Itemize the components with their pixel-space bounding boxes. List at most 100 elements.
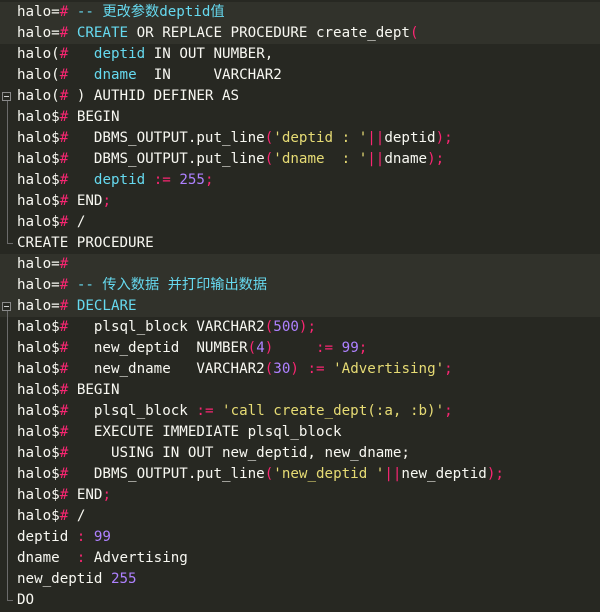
code-token: ; — [444, 403, 453, 419]
code-token: halo= — [17, 25, 60, 41]
code-token: 99 — [93, 529, 111, 545]
console-line: deptid : 99 — [0, 527, 600, 548]
code-token: CREATE — [76, 25, 129, 41]
code-token: 30 — [273, 361, 291, 377]
code-token: 'Advertising' — [333, 361, 445, 377]
line-text: halo$# DBMS_OUTPUT.put_line('deptid : '|… — [17, 128, 453, 149]
line-text: halo$# EXECUTE IMMEDIATE plsql_block — [17, 422, 342, 443]
code-token: ); — [486, 466, 504, 482]
code-token: halo= — [17, 298, 60, 314]
code-token: new_deptid — [401, 466, 487, 482]
line-text: halo$# plsql_block VARCHAR2(500); — [17, 317, 316, 338]
code-token: := — [316, 340, 334, 356]
code-token: halo$ — [17, 214, 60, 230]
line-text: halo(# dname IN VARCHAR2 — [17, 65, 282, 86]
console-line: halo$# DBMS_OUTPUT.put_line('new_deptid … — [0, 464, 600, 485]
code-token: ) — [264, 340, 274, 356]
code-token: halo$ — [17, 508, 60, 524]
code-token: # — [59, 256, 69, 272]
code-token: || — [367, 151, 385, 167]
code-token: -- 传入数据 并打印输出数据 — [76, 277, 268, 293]
line-text: halo=# DECLARE — [17, 296, 137, 317]
code-token: new_deptid NUMBER — [76, 340, 248, 356]
code-token: DO — [17, 592, 35, 608]
console-line: halo$# USING IN OUT new_deptid, new_dnam… — [0, 443, 600, 464]
code-token: DBMS_OUTPUT.put_line — [76, 466, 265, 482]
code-token: CREATE PROCEDURE — [17, 235, 154, 251]
code-token: -- 更改参数deptid值 — [76, 4, 225, 20]
line-text: halo$# / — [17, 212, 85, 233]
code-token: deptid — [17, 529, 77, 545]
code-token: halo$ — [17, 130, 60, 146]
console-line: halo$# BEGIN — [0, 107, 600, 128]
console-line: halo$# END; — [0, 191, 600, 212]
code-token: halo$ — [17, 172, 60, 188]
fold-toggle-icon[interactable] — [2, 92, 11, 101]
code-token: # — [59, 340, 77, 356]
line-text: halo$# deptid := 255; — [17, 170, 214, 191]
code-token: halo= — [17, 256, 60, 272]
fold-end-marker — [7, 600, 13, 601]
code-token: ; — [102, 193, 111, 209]
code-token: halo$ — [17, 109, 60, 125]
code-token: dname — [17, 550, 77, 566]
code-token: # — [59, 319, 77, 335]
line-text: halo$# new_deptid NUMBER(4) := 99; — [17, 338, 367, 359]
line-text: new_deptid 255 — [17, 569, 137, 590]
code-token: ; — [102, 487, 111, 503]
code-token: 'call create_dept(:a, :b)' — [222, 403, 445, 419]
console-line: halo$# / — [0, 506, 600, 527]
line-text: halo$# new_dname VARCHAR2(30) := 'Advert… — [17, 359, 453, 380]
code-token: # — [59, 277, 77, 293]
console-line: new_deptid 255 — [0, 569, 600, 590]
code-token: ); — [298, 319, 316, 335]
code-token: plsql_block — [76, 403, 197, 419]
code-token: 'deptid : ' — [273, 130, 368, 146]
code-token: BEGIN — [76, 382, 120, 398]
code-token: ( — [264, 130, 274, 146]
code-token: USING IN OUT new_deptid, new_dname; — [76, 445, 410, 461]
line-text: deptid : 99 — [17, 527, 111, 548]
code-token: halo$ — [17, 403, 60, 419]
line-text: halo$# plsql_block := 'call create_dept(… — [17, 401, 453, 422]
code-token: # — [59, 25, 77, 41]
console-line: halo=# DECLARE — [0, 296, 600, 317]
code-token: halo= — [17, 4, 60, 20]
code-token: DBMS_OUTPUT.put_line — [76, 130, 265, 146]
code-token: 500 — [273, 319, 299, 335]
line-text: halo(# ) AUTHID DEFINER AS — [17, 86, 239, 107]
fold-toggle-icon[interactable] — [2, 302, 11, 311]
console-line: halo(# dname IN VARCHAR2 — [0, 65, 600, 86]
code-token: # — [59, 46, 77, 62]
fold-guide — [7, 101, 8, 244]
code-token: deptid — [93, 46, 146, 62]
code-token: # — [59, 109, 77, 125]
code-token: ) AUTHID DEFINER AS — [76, 88, 240, 104]
code-token: ) — [290, 361, 299, 377]
code-token: / — [76, 508, 86, 524]
code-token: ( — [247, 340, 257, 356]
code-token: # — [59, 151, 77, 167]
code-token: ( — [264, 319, 274, 335]
code-token: ); — [435, 130, 453, 146]
code-token: halo$ — [17, 466, 60, 482]
code-token: halo$ — [17, 382, 60, 398]
line-text: halo$# BEGIN — [17, 107, 120, 128]
sql-console[interactable]: halo=# -- 更改参数deptid值 halo=# CREATE OR RE… — [0, 0, 600, 612]
console-line: halo$# new_deptid NUMBER(4) := 99; — [0, 338, 600, 359]
code-token: halo$ — [17, 361, 60, 377]
console-line: halo$# new_dname VARCHAR2(30) := 'Advert… — [0, 359, 600, 380]
code-token: ( — [264, 466, 274, 482]
code-token: END — [76, 487, 103, 503]
line-text: halo$# DBMS_OUTPUT.put_line('dname : '||… — [17, 149, 444, 170]
console-line: halo$# DBMS_OUTPUT.put_line('dname : '||… — [0, 149, 600, 170]
code-token: OR REPLACE PROCEDURE create_dept — [128, 25, 410, 41]
line-text: halo=# — [17, 254, 68, 275]
console-line: CREATE PROCEDURE — [0, 233, 600, 254]
code-token: deptid — [93, 172, 146, 188]
code-token: ( — [409, 25, 419, 41]
